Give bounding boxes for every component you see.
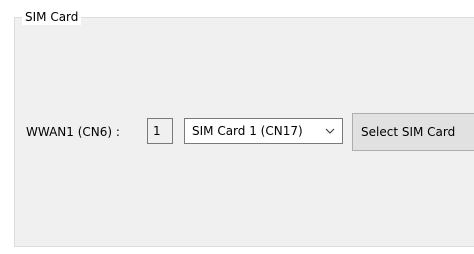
select-sim-card-button[interactable]: Select SIM Card	[352, 113, 474, 151]
chevron-down-icon	[325, 128, 335, 134]
wwan1-label: WWAN1 (CN6) :	[26, 125, 120, 139]
wwan1-value: 1	[153, 124, 161, 138]
wwan1-value-field: 1	[147, 118, 173, 144]
sim-card-dropdown[interactable]: SIM Card 1 (CN17)	[184, 118, 343, 144]
select-sim-card-button-label: Select SIM Card	[361, 125, 456, 139]
groupbox-title: SIM Card	[22, 9, 82, 25]
sim-card-dropdown-value: SIM Card 1 (CN17)	[192, 124, 303, 138]
sim-card-panel: SIM Card WWAN1 (CN6) : 1 SIM Card 1 (CN1…	[0, 0, 474, 254]
